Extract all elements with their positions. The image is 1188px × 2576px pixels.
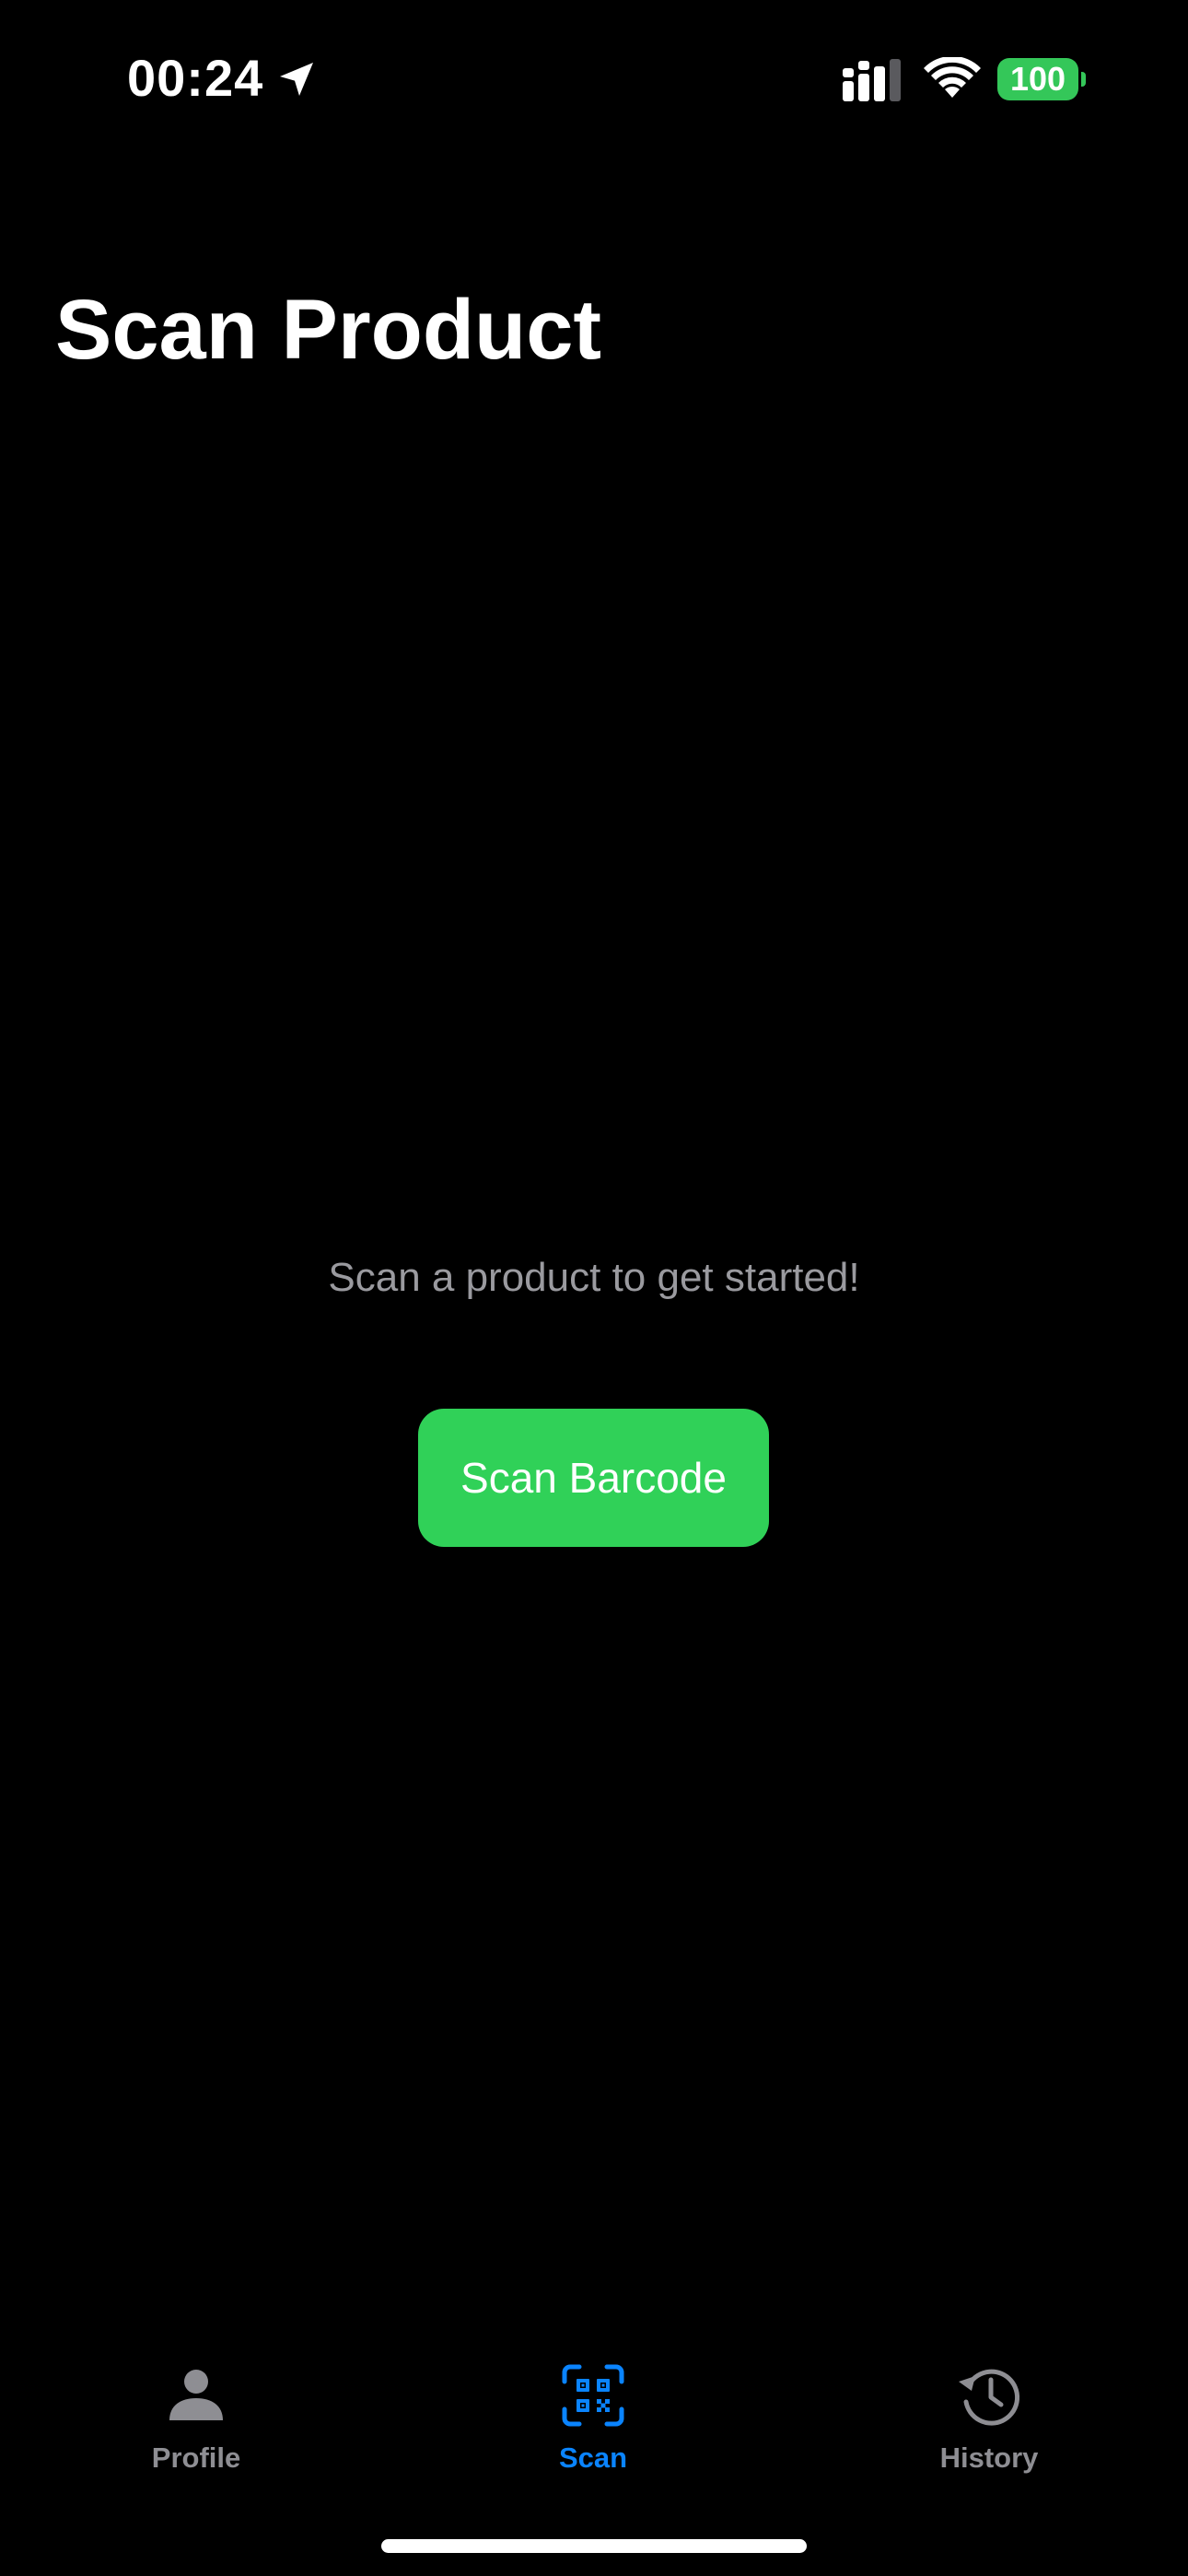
tab-history[interactable]: History [851,2340,1127,2488]
page-title: Scan Product [55,283,602,377]
status-bar: 00:24 100 [0,0,1188,157]
tab-label: Scan [558,2441,628,2474]
history-clock-icon [959,2369,1020,2426]
tab-profile[interactable]: Profile [58,2340,334,2488]
status-time: 00:24 [127,49,264,107]
tab-scan[interactable]: Scan [455,2340,731,2488]
scan-barcode-button[interactable]: Scan Barcode [418,1409,769,1547]
tab-label: History [939,2441,1039,2474]
wifi-icon [924,57,981,98]
cellular-signal-icon [843,59,901,101]
empty-state-message: Scan a product to get started! [328,1255,860,1300]
battery-tip [1081,72,1086,87]
battery-level: 100 [1009,60,1066,98]
qr-code-scan-icon [562,2364,624,2427]
location-arrow-icon [280,63,313,96]
home-indicator[interactable] [381,2539,807,2553]
person-icon [169,2370,223,2420]
battery-icon: 100 [997,58,1086,100]
tab-label: Profile [151,2441,241,2474]
tab-bar: Profile Scan History [0,2340,1188,2506]
